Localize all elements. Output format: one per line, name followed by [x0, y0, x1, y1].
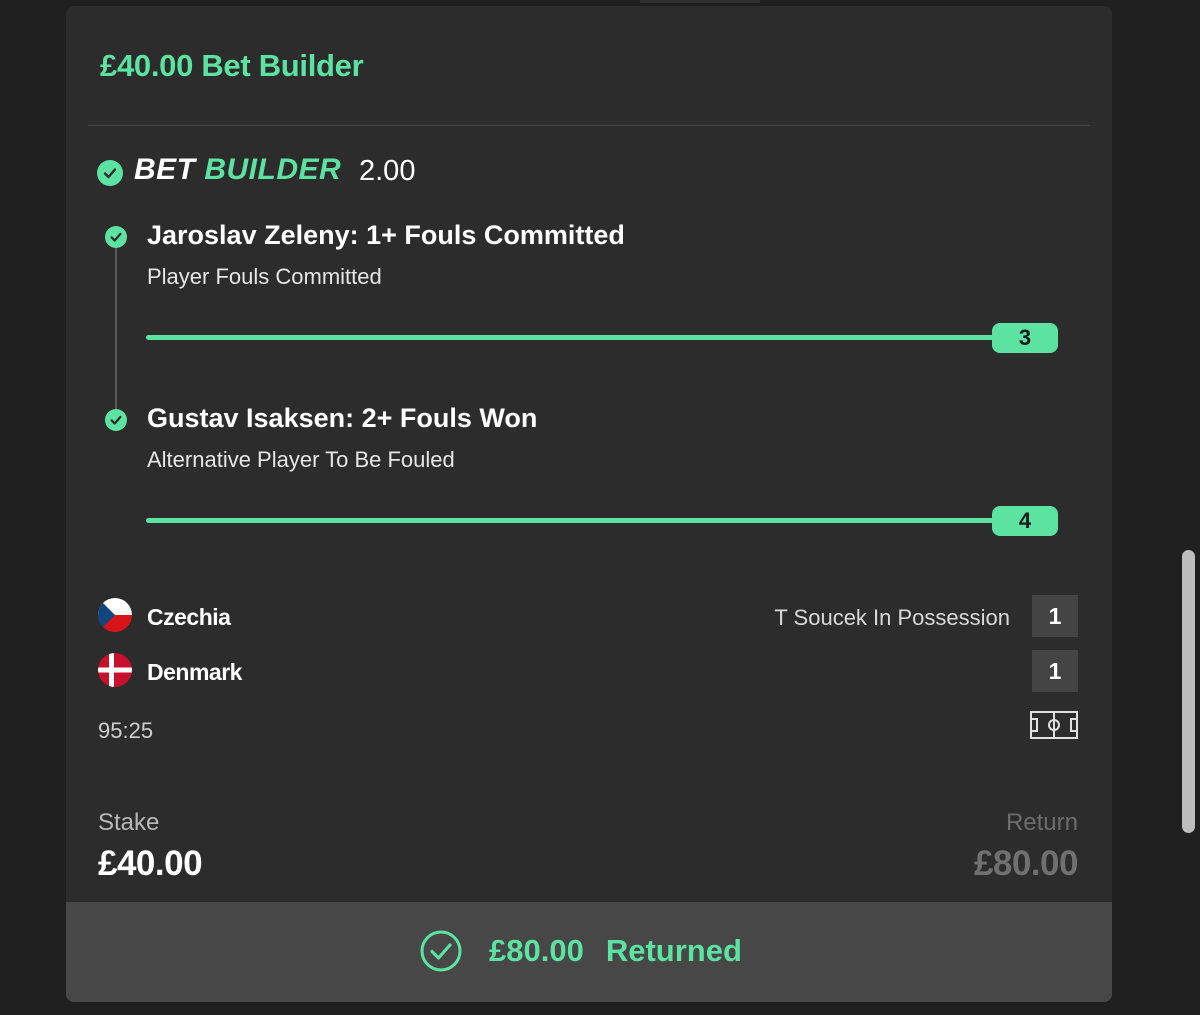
check-icon: [97, 160, 123, 186]
leg-timeline: [115, 246, 117, 419]
progress-bar: [146, 335, 996, 340]
leg-title: Gustav Isaksen: 2+ Fouls Won: [147, 403, 538, 433]
possession-text: T Soucek In Possession: [774, 605, 1010, 630]
result-status: Returned: [605, 933, 742, 968]
bet-card: £40.00 Bet Builder BET BUILDER 2.00 Jaro…: [66, 6, 1112, 1002]
bet-builder-label-bet: BET: [134, 153, 196, 186]
away-score: 1: [1032, 650, 1078, 692]
match-clock: 95:25: [98, 718, 154, 743]
top-edge: [640, 0, 760, 3]
leg-title: Jaroslav Zeleny: 1+ Fouls Committed: [147, 220, 625, 250]
home-score: 1: [1032, 595, 1078, 637]
denmark-flag-icon: [98, 653, 132, 687]
return-value: £80.00: [973, 844, 1079, 883]
result-footer: £80.00 Returned: [66, 902, 1112, 1002]
away-team-name: Denmark: [147, 659, 242, 685]
pitch-icon[interactable]: [1030, 711, 1078, 744]
divider: [88, 125, 1090, 126]
stake-value: £40.00: [98, 844, 203, 883]
return-label: Return: [1005, 809, 1078, 836]
stake-label: Stake: [98, 809, 160, 836]
bet-builder-label-builder: BUILDER: [204, 153, 342, 186]
progress-badge: 3: [992, 323, 1058, 353]
bet-builder-label: BET BUILDER: [134, 153, 341, 187]
bet-title: £40.00 Bet Builder: [100, 48, 364, 83]
leg-market: Player Fouls Committed: [147, 264, 382, 289]
leg-market: Alternative Player To Be Fouled: [147, 447, 455, 472]
odds-value: 2.00: [359, 155, 416, 187]
scrollbar-thumb[interactable]: [1182, 550, 1195, 833]
leg-check-icon: [105, 409, 127, 431]
result-amount: £80.00: [489, 933, 584, 968]
check-circle-icon: [420, 930, 462, 972]
czech-flag-icon: [98, 598, 132, 632]
result-banner: £80.00 Returned: [419, 929, 742, 973]
leg-check-icon: [105, 226, 127, 248]
progress-bar: [146, 518, 996, 523]
progress-badge: 4: [992, 506, 1058, 536]
home-team-name: Czechia: [147, 604, 231, 630]
